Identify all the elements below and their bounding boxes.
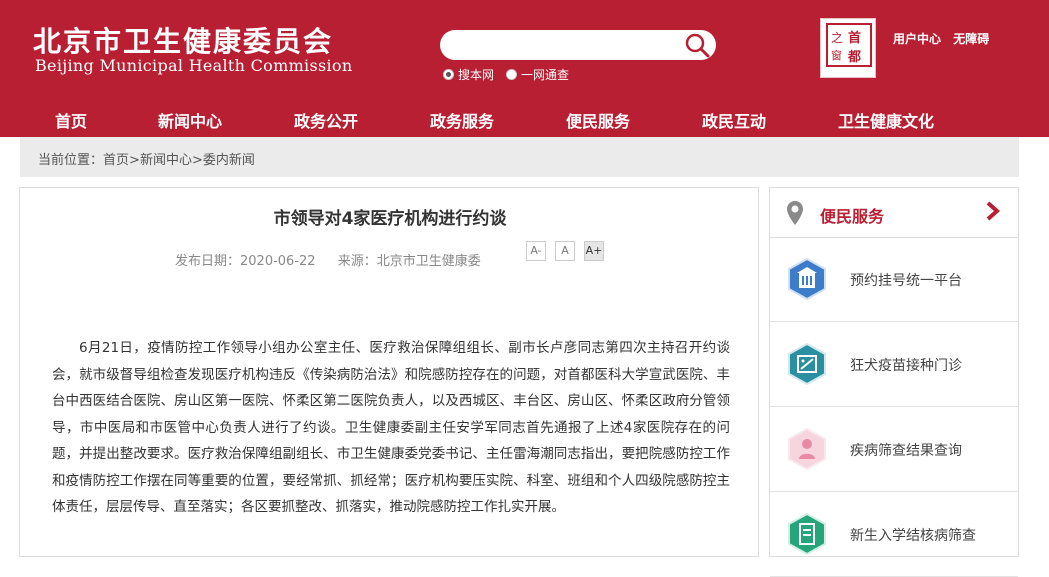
service-item-appointment[interactable]: 预约挂号统一平台	[770, 238, 1018, 322]
vaccine-icon	[788, 343, 826, 385]
service-label: 预约挂号统一平台	[850, 273, 962, 289]
location-pin-icon	[787, 201, 803, 225]
document-icon	[788, 513, 826, 555]
article-panel: 市领导对4家医疗机构进行约谈 发布日期：2020-06-22 来源：北京市卫生健…	[19, 187, 759, 557]
font-size-decrease-button[interactable]: A-	[526, 241, 546, 261]
capital-logo-char: 首	[848, 31, 862, 46]
radio-icon-selected	[443, 69, 454, 80]
search-input[interactable]	[452, 34, 677, 56]
sidebar-title: 便民服务	[820, 207, 885, 226]
breadcrumb-prefix: 当前位置：	[38, 153, 104, 168]
capital-logo-char: 都	[848, 50, 862, 65]
site-logo-english[interactable]: Beijing Municipal Health Commission	[35, 56, 352, 75]
main-nav: 首页 新闻中心 政务公开 政务服务 便民服务 政民互动 卫生健康文化	[0, 100, 1049, 137]
breadcrumb-separator: >	[191, 153, 203, 168]
search-icon[interactable]	[684, 32, 710, 58]
breadcrumb-separator: >	[129, 153, 140, 168]
capital-logo-frame: 之 首 窗 都	[826, 23, 872, 67]
article-meta: 发布日期：2020-06-22 来源：北京市卫生健康委	[175, 250, 499, 269]
nav-item-gov-services[interactable]: 政务服务	[430, 108, 494, 132]
nav-item-interaction[interactable]: 政民互动	[702, 108, 766, 132]
radio-icon	[506, 69, 518, 80]
radio-label: 搜本网	[458, 68, 495, 82]
capital-logo-char: 之	[831, 31, 844, 45]
font-size-increase-button[interactable]: A+	[584, 241, 604, 261]
article-source: 来源：北京市卫生健康委	[337, 254, 481, 269]
capital-logo-caption: Beijing-China	[822, 69, 876, 77]
radio-label: 一网通查	[521, 68, 570, 82]
breadcrumb-internal-news[interactable]: 委内新闻	[203, 153, 255, 168]
search-scope-radios: 搜本网 一网通查	[443, 66, 581, 83]
search-scope-all[interactable]: 一网通查	[506, 66, 569, 83]
baby-icon	[788, 428, 826, 470]
top-links: 用户中心 无障碍	[893, 30, 997, 47]
search-box	[440, 30, 716, 60]
breadcrumb: 当前位置：首页>新闻中心>委内新闻	[38, 149, 255, 168]
user-center-link[interactable]: 用户中心	[893, 32, 941, 46]
breadcrumb-news[interactable]: 新闻中心	[140, 153, 192, 168]
service-item-rabies-vaccine[interactable]: 狂犬疫苗接种门诊	[770, 323, 1018, 407]
site-logo-chinese[interactable]: 北京市卫生健康委员会	[33, 20, 333, 60]
nav-item-public-services[interactable]: 便民服务	[566, 108, 630, 132]
nav-item-home[interactable]: 首页	[55, 108, 87, 132]
search-scope-site[interactable]: 搜本网	[443, 66, 494, 83]
service-label: 新生入学结核病筛查	[850, 528, 976, 544]
site-header: 北京市卫生健康委员会 Beijing Municipal Health Comm…	[0, 0, 1049, 137]
service-item-tb-screening[interactable]: 新生入学结核病筛查	[770, 493, 1018, 577]
chevron-right-icon[interactable]	[985, 200, 1001, 222]
article-date: 发布日期：2020-06-22	[175, 254, 316, 269]
article-body: 6月21日，疫情防控工作领导小组办公室主任、医疗救治保障组组长、副市长卢彦同志第…	[52, 340, 730, 515]
sidebar-header: 便民服务	[770, 188, 1018, 238]
accessibility-link[interactable]: 无障碍	[953, 32, 989, 46]
nav-item-gov-affairs-open[interactable]: 政务公开	[294, 108, 358, 132]
nav-item-health-culture[interactable]: 卫生健康文化	[838, 108, 934, 132]
hospital-building-icon	[788, 258, 826, 300]
service-label: 疾病筛查结果查询	[850, 443, 962, 459]
article-title: 市领导对4家医疗机构进行约谈	[273, 209, 507, 229]
sidebar-services: 便民服务 预约挂号统一平台 狂犬疫苗接种门诊 疾病筛查结果查询 新生入学结核病筛…	[769, 187, 1019, 577]
capital-logo-char: 窗	[831, 49, 842, 62]
service-item-screening-results[interactable]: 疾病筛查结果查询	[770, 408, 1018, 492]
nav-item-news[interactable]: 新闻中心	[158, 108, 222, 132]
service-label: 狂犬疫苗接种门诊	[850, 358, 962, 374]
font-size-normal-button[interactable]: A	[555, 241, 575, 261]
breadcrumb-bar: 当前位置：首页>新闻中心>委内新闻	[20, 137, 1019, 177]
breadcrumb-home[interactable]: 首页	[103, 153, 129, 168]
